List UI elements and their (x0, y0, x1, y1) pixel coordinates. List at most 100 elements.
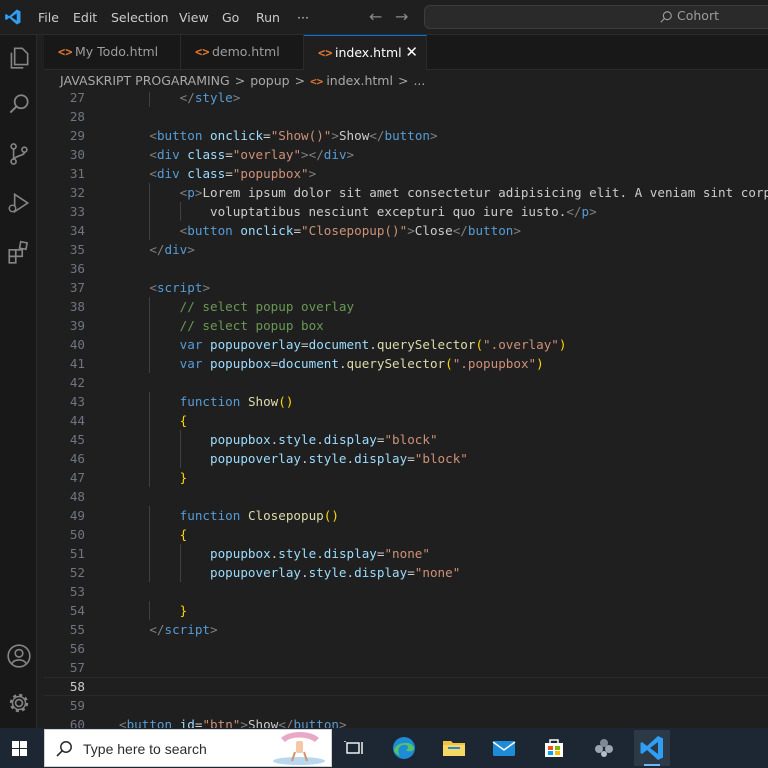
code-line[interactable]: 28 (44, 107, 768, 126)
windows-start-icon[interactable] (0, 728, 40, 768)
code-text: <p>Lorem ipsum dolor sit amet consectetu… (179, 185, 768, 200)
code-line[interactable]: 33 voluptatibus nesciunt excepturi quo i… (44, 202, 768, 221)
breadcrumb-folder[interactable]: JAVASKRIPT PROGARAMING (60, 70, 230, 92)
html-file-icon: <> (310, 75, 324, 88)
code-line[interactable]: 29 <button onclick="Show()">Show</button… (44, 126, 768, 145)
copilot-icon[interactable] (588, 732, 620, 764)
code-line[interactable]: 60 <button id="btn">Show</button> (44, 715, 768, 728)
code-line[interactable]: 59 (44, 696, 768, 715)
code-text: <button onclick="Closepopup()">Close</bu… (179, 223, 521, 238)
line-number: 44 (69, 413, 85, 428)
task-view-icon[interactable] (338, 732, 370, 764)
mail-icon[interactable] (488, 732, 520, 764)
chevron-right-icon: > (234, 73, 246, 88)
code-line[interactable]: 45 popupbox.style.display="block" (44, 430, 768, 449)
code-line[interactable]: 47 } (44, 468, 768, 487)
code-text: popupoverlay.style.display="none" (210, 565, 461, 580)
code-line[interactable]: 38 // select popup overlay (44, 297, 768, 316)
line-number: 39 (69, 318, 85, 333)
line-number: 41 (69, 356, 85, 371)
code-line[interactable]: 27 </style> (44, 92, 768, 107)
line-number: 36 (69, 261, 85, 276)
code-line[interactable]: 52 popupoverlay.style.display="none" (44, 563, 768, 582)
code-line[interactable]: 36 (44, 259, 768, 278)
code-line[interactable]: 44 { (44, 411, 768, 430)
code-text: </script> (149, 622, 218, 637)
code-text: function Closepopup() (179, 508, 339, 523)
code-line[interactable]: 46 popupoverlay.style.display="block" (44, 449, 768, 468)
code-line[interactable]: 30 <div class="overlay"></div> (44, 145, 768, 164)
menu-more[interactable]: ··· (297, 0, 309, 35)
code-line[interactable]: 40 var popupoverlay=document.querySelect… (44, 335, 768, 354)
run-debug-icon[interactable] (6, 190, 32, 216)
code-line[interactable]: 53 (44, 582, 768, 601)
code-editor[interactable]: 27 </style> 28 29 <button onclick="Show()"… (44, 92, 768, 728)
code-line[interactable]: 48 (44, 487, 768, 506)
breadcrumb-subfolder[interactable]: popup (250, 70, 289, 92)
code-line[interactable]: 42 (44, 373, 768, 392)
code-line[interactable]: 32 <p>Lorem ipsum dolor sit amet consect… (44, 183, 768, 202)
code-line[interactable]: 55 </script> (44, 620, 768, 639)
code-text: } (179, 603, 188, 618)
code-line[interactable]: 56 (44, 639, 768, 658)
code-text: <div class="overlay"></div> (149, 147, 355, 162)
edge-icon[interactable] (388, 732, 420, 764)
code-text: var popupoverlay=document.querySelector(… (179, 337, 567, 352)
code-text: <div class="popupbox"> (149, 166, 317, 181)
extensions-icon[interactable] (6, 239, 32, 265)
code-line[interactable]: 50 { (44, 525, 768, 544)
back-arrow-icon[interactable]: ← (369, 7, 382, 26)
vscode-logo-icon (5, 9, 21, 25)
code-text: { (179, 527, 188, 542)
settings-gear-icon[interactable] (6, 690, 32, 716)
code-line[interactable]: 54 } (44, 601, 768, 620)
code-text: </style> (119, 92, 241, 105)
menu-file[interactable]: File (38, 0, 59, 35)
code-text: popupbox.style.display="block" (210, 432, 438, 447)
code-text: // select popup overlay (179, 299, 355, 314)
account-icon[interactable] (6, 643, 32, 669)
code-line[interactable]: 49 function Closepopup() (44, 506, 768, 525)
taskbar-search-box[interactable]: Type here to search (44, 729, 332, 767)
breadcrumb-symbol[interactable]: ... (413, 70, 425, 92)
source-control-icon[interactable] (6, 141, 32, 167)
tab-demo-html[interactable]: <> demo.html (181, 35, 304, 69)
code-text: // select popup box (179, 318, 324, 333)
menu-view[interactable]: View (179, 0, 209, 35)
line-number: 35 (69, 242, 85, 257)
command-center-text: Cohort (677, 8, 719, 23)
forward-arrow-icon[interactable]: → (395, 7, 408, 26)
line-number: 30 (69, 147, 85, 162)
code-line[interactable]: 58 (44, 677, 768, 696)
menu-selection[interactable]: Selection (111, 0, 169, 35)
title-bar: File Edit Selection View Go Run ··· ← → … (0, 0, 768, 35)
search-icon (56, 741, 72, 757)
command-center-search[interactable]: Cohort (424, 5, 768, 29)
windows-taskbar: Type here to search (0, 728, 768, 768)
line-number: 47 (69, 470, 85, 485)
code-line[interactable]: 51 popupbox.style.display="none" (44, 544, 768, 563)
close-icon[interactable]: ✕ (405, 43, 418, 61)
menu-go[interactable]: Go (222, 0, 239, 35)
breadcrumb-file[interactable]: index.html (326, 70, 393, 92)
menu-run[interactable]: Run (256, 0, 280, 35)
store-icon[interactable] (538, 732, 570, 764)
tab-index-html[interactable]: <> index.html ✕ (304, 35, 427, 70)
code-line[interactable]: 41 var popupbox=document.querySelector("… (44, 354, 768, 373)
code-line[interactable]: 37 <script> (44, 278, 768, 297)
code-line[interactable]: 34 <button onclick="Closepopup()">Close<… (44, 221, 768, 240)
line-number: 40 (69, 337, 85, 352)
code-line[interactable]: 43 function Show() (44, 392, 768, 411)
menu-edit[interactable]: Edit (73, 0, 97, 35)
search-icon[interactable] (6, 92, 32, 118)
explorer-icon[interactable] (6, 45, 32, 71)
code-line[interactable]: 39 // select popup box (44, 316, 768, 335)
tab-my-todo-html[interactable]: <> My Todo.html (44, 35, 181, 69)
code-text: </div> (149, 242, 195, 257)
code-line[interactable]: 35 </div> (44, 240, 768, 259)
file-explorer-icon[interactable] (438, 732, 470, 764)
vscode-icon[interactable] (634, 730, 670, 766)
line-number: 52 (69, 565, 85, 580)
code-line[interactable]: 57 (44, 658, 768, 677)
code-line[interactable]: 31 <div class="popupbox"> (44, 164, 768, 183)
